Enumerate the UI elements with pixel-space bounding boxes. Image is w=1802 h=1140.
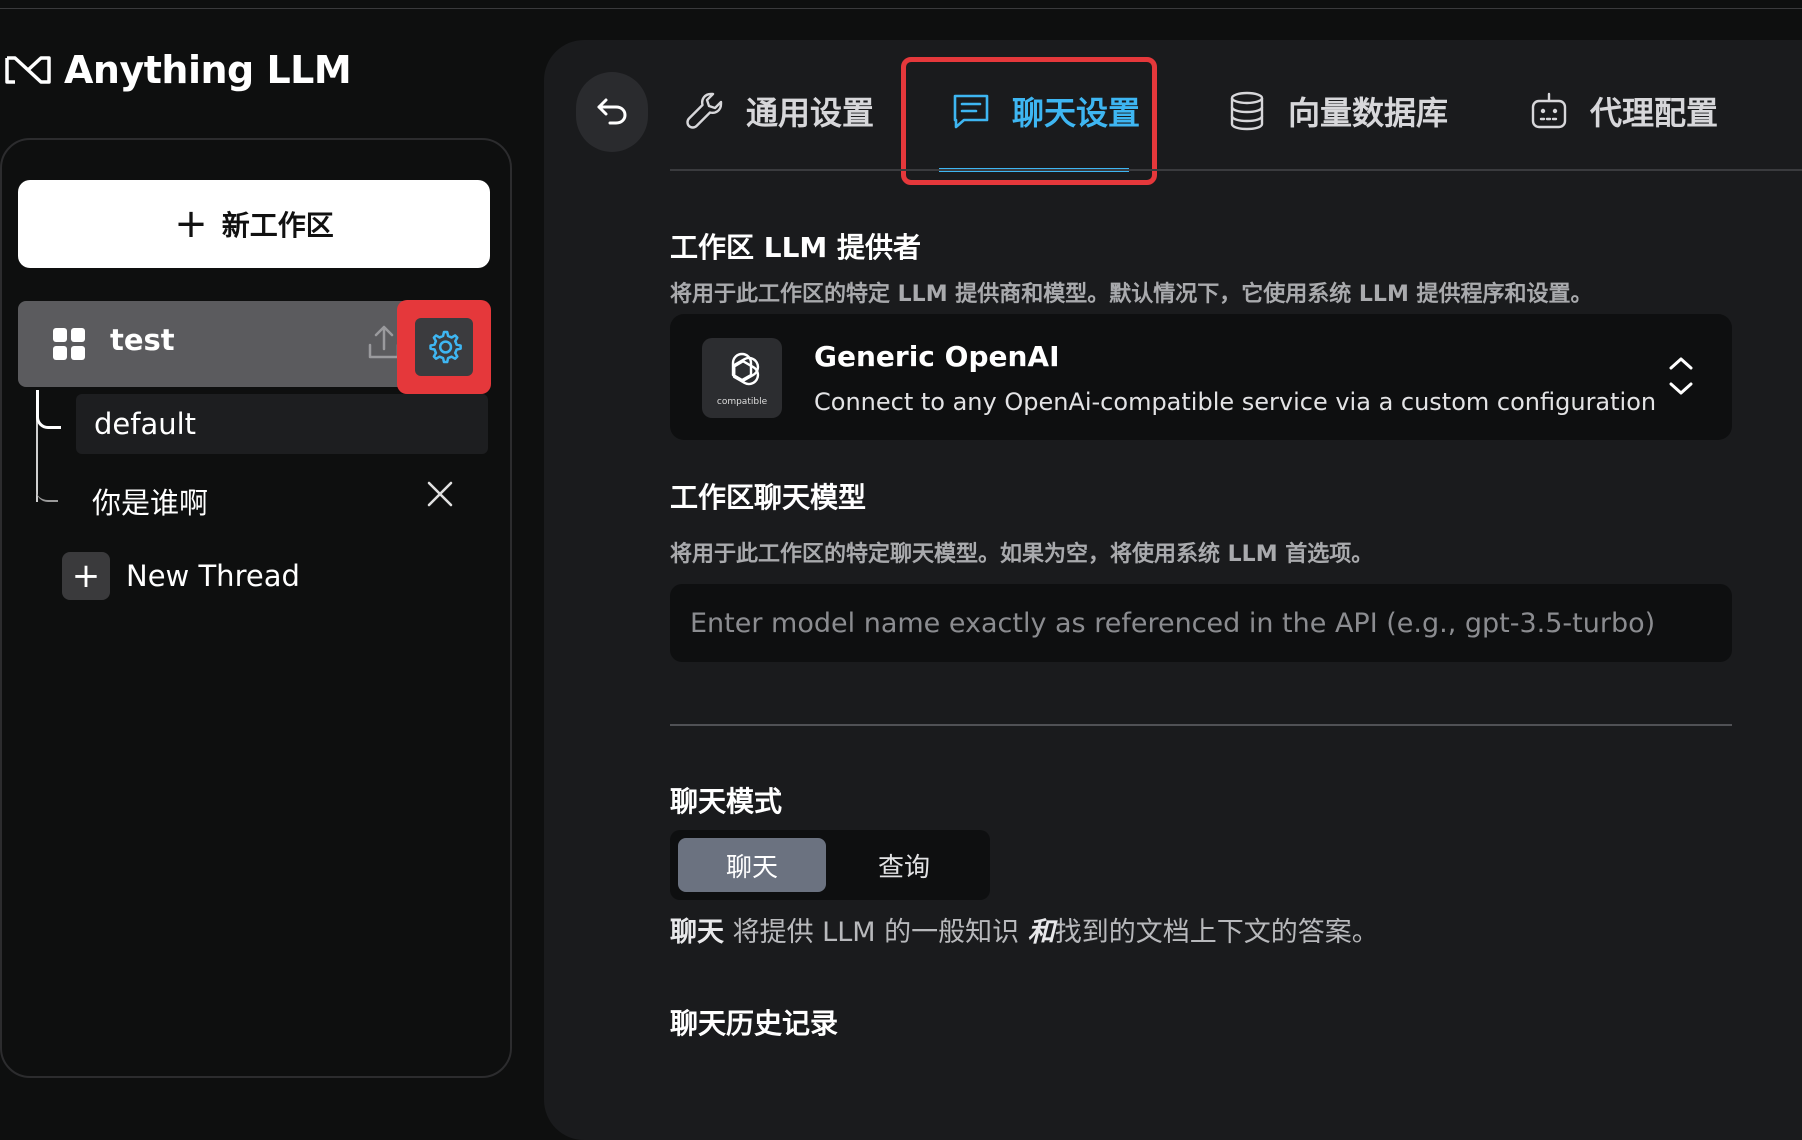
tab-label: 向量数据库: [1288, 94, 1449, 132]
mode-desc-emphasis: 和: [1027, 917, 1055, 948]
workspace-settings-button[interactable]: [415, 318, 473, 376]
back-button[interactable]: [576, 72, 648, 152]
tabs-divider: [670, 169, 1802, 171]
thread-tree-branch: [36, 390, 61, 429]
wrench-icon: [686, 92, 723, 129]
undo-arrow-icon: [597, 98, 627, 125]
chat-mode-toggle: 聊天 查询: [670, 830, 990, 900]
app-name: Anything LLM: [64, 48, 352, 92]
chat-mode-title: 聊天模式: [670, 785, 783, 818]
grid-icon: [53, 328, 85, 360]
brand: Anything LLM: [4, 48, 352, 92]
llm-provider-description: 将用于此工作区的特定 LLM 提供商和模型。默认情况下，它使用系统 LLM 提供…: [670, 282, 1593, 307]
tab-agent-config[interactable]: 代理配置: [1528, 88, 1718, 134]
llm-provider-select[interactable]: compatible Generic OpenAI Connect to any…: [670, 314, 1732, 440]
tab-label: 通用设置: [746, 94, 875, 132]
robot-icon: [1531, 92, 1567, 129]
workspace-settings-highlight: [397, 300, 491, 394]
chat-history-title: 聊天历史记录: [670, 1007, 839, 1040]
chat-mode-option-chat[interactable]: 聊天: [678, 838, 826, 892]
chevron-up-down-icon: [1669, 357, 1693, 395]
logo-caption: compatible: [716, 397, 768, 407]
sidebar: [0, 138, 512, 1078]
tab-vector-database[interactable]: 向量数据库: [1226, 88, 1448, 134]
chat-model-input[interactable]: [670, 584, 1732, 662]
database-icon: [1230, 91, 1264, 131]
tab-general-settings[interactable]: 通用设置: [684, 88, 874, 134]
anythingllm-logo-icon: [5, 56, 51, 84]
thread-tree-branch: [36, 470, 58, 502]
mode-desc-mid: 将提供 LLM 的一般知识: [724, 917, 1028, 948]
mode-desc-suffix: 找到的文档上下文的答案。: [1054, 917, 1379, 948]
new-thread-button[interactable]: + New Thread: [62, 552, 300, 600]
chat-model-description: 将用于此工作区的特定聊天模型。如果为空，将使用系统 LLM 首选项。: [670, 542, 1374, 567]
tab-highlight-box: [901, 57, 1157, 185]
section-divider: [670, 724, 1732, 726]
close-icon[interactable]: [424, 478, 456, 510]
tab-label: 代理配置: [1590, 94, 1719, 132]
new-thread-label: New Thread: [126, 559, 300, 593]
provider-description: Connect to any OpenAi-compatible service…: [814, 388, 1657, 416]
provider-name: Generic OpenAI: [814, 340, 1060, 373]
mode-desc-prefix: 聊天: [670, 917, 724, 948]
openai-icon: [731, 352, 760, 386]
thread-label: 你是谁啊: [92, 486, 209, 520]
chat-mode-description: 聊天 将提供 LLM 的一般知识 和找到的文档上下文的答案。: [670, 910, 1379, 949]
new-workspace-button[interactable]: + 新工作区: [18, 180, 490, 268]
thread-label: default: [94, 407, 197, 441]
llm-provider-title: 工作区 LLM 提供者: [670, 231, 922, 264]
gear-icon: [429, 330, 462, 364]
plus-icon: +: [174, 201, 208, 247]
openai-compatible-logo-icon: compatible: [702, 338, 782, 418]
thread-item[interactable]: 你是谁啊: [92, 480, 208, 522]
plus-icon: +: [62, 552, 110, 600]
chat-model-title: 工作区聊天模型: [670, 481, 867, 514]
thread-item-default[interactable]: default: [76, 394, 488, 454]
chat-mode-option-query[interactable]: 查询: [830, 838, 978, 892]
window-top-border: [0, 8, 1802, 9]
workspace-name: test: [110, 323, 175, 357]
new-workspace-label: 新工作区: [221, 209, 334, 242]
